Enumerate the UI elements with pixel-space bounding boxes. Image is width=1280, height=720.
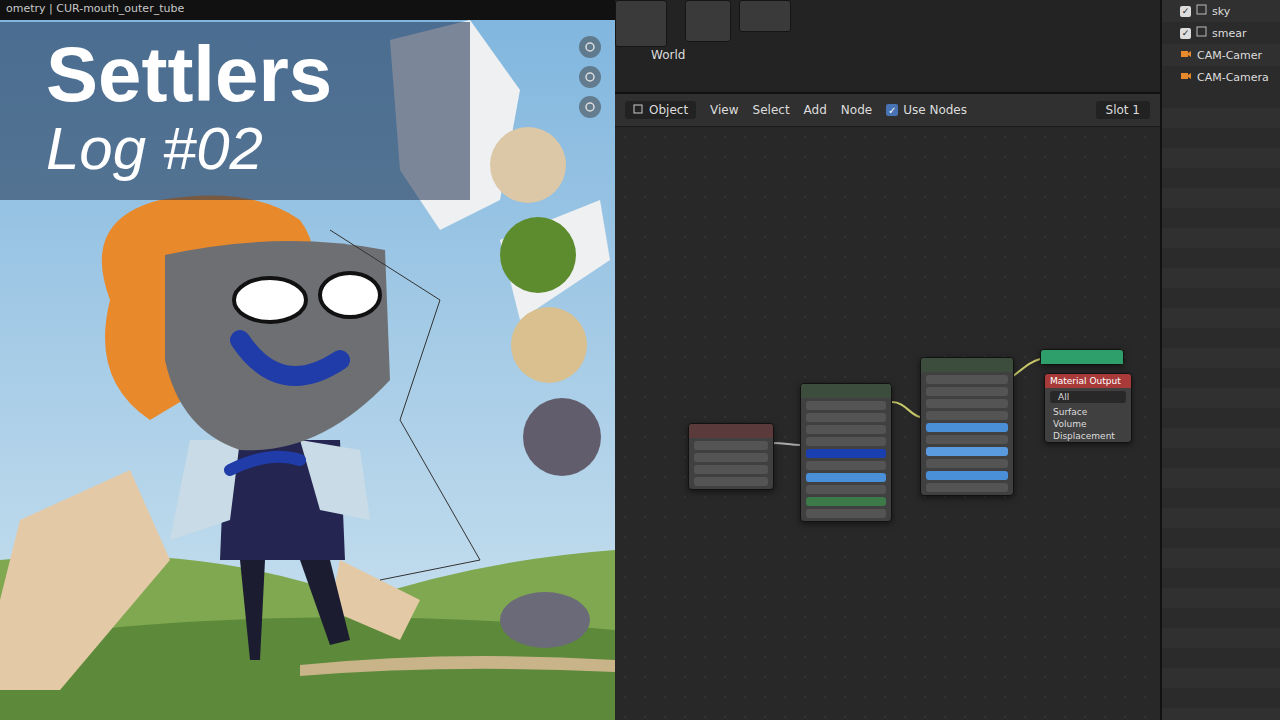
camera-icon[interactable]	[579, 96, 601, 118]
node-field[interactable]	[926, 423, 1008, 432]
viewport-header: ometry | CUR-mouth_outer_tube	[0, 0, 615, 20]
node-field[interactable]	[926, 387, 1008, 396]
item-label: CAM-Camer	[1197, 49, 1262, 62]
node-field[interactable]	[926, 459, 1008, 468]
node-field[interactable]	[806, 425, 886, 434]
use-nodes-checkbox[interactable]: ✓	[886, 104, 898, 116]
world-editor: World	[615, 0, 1160, 94]
node-header-bar	[801, 384, 891, 398]
node-socket: Surface	[1045, 406, 1131, 418]
node-socket: Volume	[1045, 418, 1131, 430]
node-title: Material Output	[1045, 374, 1131, 388]
mode-label: Object	[649, 103, 688, 117]
node-header-bar	[921, 358, 1013, 372]
item-label: smear	[1212, 27, 1246, 40]
menu-item[interactable]: Select	[753, 103, 790, 117]
node-field[interactable]	[694, 465, 768, 474]
node-field[interactable]	[694, 441, 768, 450]
node-field[interactable]	[806, 449, 886, 458]
shader-node[interactable]	[800, 383, 892, 522]
subtitle: Log #02	[46, 116, 470, 182]
title-overlay: SettlersLog #02	[0, 22, 470, 200]
world-node[interactable]	[685, 0, 731, 42]
node-canvas[interactable]: Material Output All SurfaceVolumeDisplacem…	[615, 127, 1160, 720]
slot-dropdown[interactable]: Slot 1	[1096, 101, 1150, 119]
item-label: CAM-Camera	[1197, 71, 1269, 84]
viewport-tools	[579, 36, 601, 118]
target-dropdown[interactable]: All	[1050, 391, 1126, 403]
item-label: sky	[1212, 5, 1230, 18]
outliner-item[interactable]: ✓ sky	[1162, 0, 1280, 22]
node-field[interactable]	[926, 447, 1008, 456]
outliner-item[interactable]: CAM-Camera	[1162, 66, 1280, 88]
node-field[interactable]	[806, 401, 886, 410]
outliner-empty	[1162, 88, 1280, 720]
node-field[interactable]	[926, 399, 1008, 408]
hand-icon[interactable]	[579, 66, 601, 88]
node-field[interactable]	[806, 485, 886, 494]
viewport[interactable]: ometry | CUR-mouth_outer_tubeSettlersLog…	[0, 0, 615, 720]
object-icon	[633, 103, 643, 117]
object-icon	[1196, 4, 1207, 18]
use-nodes-label: Use Nodes	[903, 103, 967, 117]
node-field[interactable]	[806, 509, 886, 518]
world-node[interactable]	[615, 0, 667, 47]
use-nodes[interactable]: ✓ Use Nodes	[886, 103, 967, 117]
node-field[interactable]	[806, 497, 886, 506]
world-label: World	[651, 48, 685, 62]
node-field[interactable]	[694, 477, 768, 486]
object-icon	[1196, 26, 1207, 40]
shader-node[interactable]	[920, 357, 1014, 496]
node-header: Object View Select Add Node ✓ Use Nodes Slot 1	[615, 94, 1160, 127]
menu-item[interactable]: View	[710, 103, 738, 117]
camera-icon	[1180, 70, 1192, 84]
node-field[interactable]	[926, 471, 1008, 480]
node-field[interactable]	[926, 483, 1008, 492]
zoom-icon[interactable]	[579, 36, 601, 58]
node-field[interactable]	[806, 461, 886, 470]
material-output-node[interactable]: Material Output All SurfaceVolumeDisplacem…	[1044, 373, 1132, 443]
node-header-bar	[689, 424, 773, 438]
title: Settlers	[46, 34, 470, 116]
camera-icon	[1180, 48, 1192, 62]
node-field[interactable]	[926, 375, 1008, 384]
node-field[interactable]	[694, 453, 768, 462]
node-editor: World Object View Select Add Node ✓ Use Nodes Sl…	[615, 0, 1160, 720]
node-header-bar	[1041, 350, 1123, 364]
node-field[interactable]	[806, 473, 886, 482]
visibility-checkbox[interactable]: ✓	[1180, 6, 1191, 17]
mode-dropdown[interactable]: Object	[625, 101, 696, 119]
visibility-checkbox[interactable]: ✓	[1180, 28, 1191, 39]
outliner-item[interactable]: CAM-Camer	[1162, 44, 1280, 66]
node-socket: Displacement	[1045, 430, 1131, 442]
node-field[interactable]	[926, 435, 1008, 444]
menu-item[interactable]: Node	[841, 103, 872, 117]
node-field[interactable]	[806, 413, 886, 422]
outliner: ✓ sky ✓ smear CAM-Camer CAM-Camera	[1160, 0, 1280, 720]
world-node[interactable]	[739, 0, 791, 32]
menu-item[interactable]: Add	[804, 103, 827, 117]
node-field[interactable]	[926, 411, 1008, 420]
outliner-item[interactable]: ✓ smear	[1162, 22, 1280, 44]
group-node[interactable]	[1040, 349, 1124, 365]
shader-node[interactable]	[688, 423, 774, 490]
node-field[interactable]	[806, 437, 886, 446]
